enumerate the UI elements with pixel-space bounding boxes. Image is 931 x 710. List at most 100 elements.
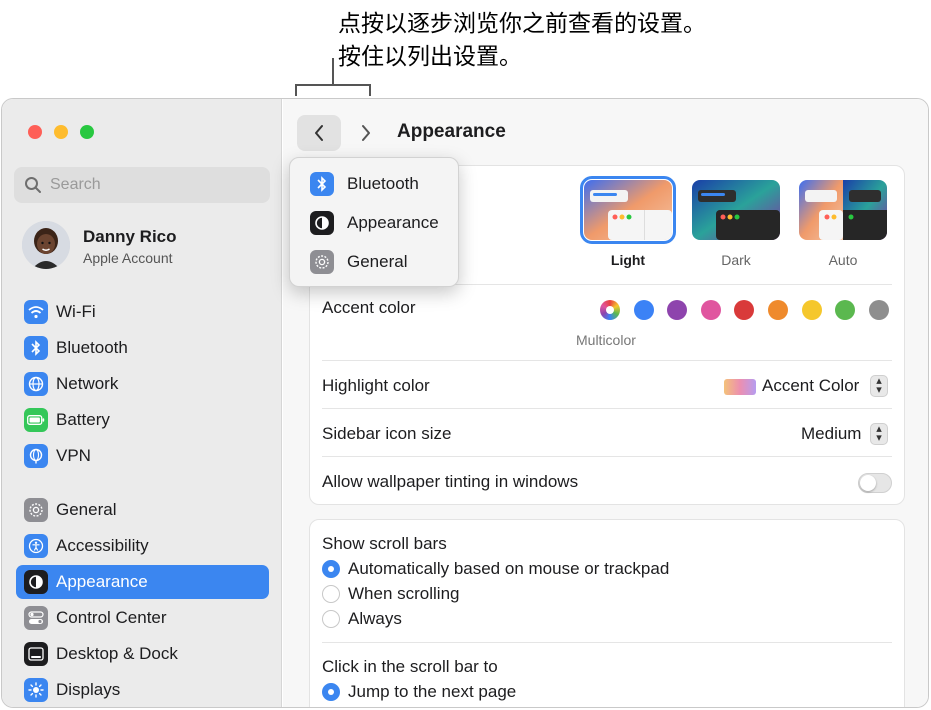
wallpaper-tinting-toggle[interactable] — [858, 473, 892, 493]
sidebar: Danny Rico Apple Account Wi-Fi Bluetooth… — [2, 99, 282, 707]
sidebar-item-vpn[interactable]: VPN — [16, 439, 269, 473]
theme-thumbnail — [692, 180, 780, 240]
callout-bracket — [295, 84, 371, 96]
sidebar-item-bluetooth[interactable]: Bluetooth — [16, 331, 269, 365]
wallpaper-tinting-label: Allow wallpaper tinting in windows — [322, 472, 579, 491]
accent-color-red[interactable] — [734, 300, 754, 320]
page-title: Appearance — [397, 121, 506, 142]
theme-option-auto[interactable]: Auto — [799, 180, 887, 268]
accent-color-orange[interactable] — [768, 300, 788, 320]
bluetooth-icon — [24, 336, 48, 360]
appearance-icon — [24, 570, 48, 594]
search-input[interactable] — [50, 175, 250, 195]
sidebar-item-label: Battery — [56, 410, 110, 429]
scroll-settings-group: Show scroll bars Automatically based on … — [309, 519, 905, 707]
sidebar-item-label: Control Center — [56, 608, 167, 627]
radio-label: When scrolling — [348, 584, 460, 603]
radio-label: Always — [348, 609, 402, 628]
sidebar-item-accessibility[interactable]: Accessibility — [16, 529, 269, 563]
instruction-callout: 点按以逐步浏览你之前查看的设置。 按住以列出设置。 — [338, 8, 706, 74]
sidebar-item-displays[interactable]: Displays — [16, 673, 269, 707]
divider — [322, 642, 892, 643]
history-item-label: Bluetooth — [347, 174, 419, 193]
history-item-bluetooth[interactable]: Bluetooth — [298, 167, 452, 201]
sun-icon — [24, 678, 48, 702]
history-item-appearance[interactable]: Appearance — [298, 206, 452, 240]
globe-icon — [24, 372, 48, 396]
theme-label: Light — [610, 252, 646, 268]
theme-label: Auto — [828, 252, 858, 268]
search-icon — [25, 177, 41, 193]
appearance-icon — [310, 211, 334, 235]
close-window-button[interactable] — [28, 125, 42, 139]
sidebar-item-desktop-dock[interactable]: Desktop & Dock — [16, 637, 269, 671]
accent-selected-label: Multicolor — [576, 332, 636, 348]
minimize-window-button[interactable] — [54, 125, 68, 139]
radio-always[interactable] — [322, 610, 340, 628]
history-item-label: Appearance — [347, 213, 439, 232]
accessibility-icon — [24, 534, 48, 558]
sidebar-icon-size-label: Sidebar icon size — [322, 424, 452, 443]
sidebar-item-label: Wi-Fi — [56, 302, 96, 321]
account-subtitle: Apple Account — [83, 250, 173, 266]
sidebar-icon-size-popup-arrows[interactable]: ▴ ▾ — [870, 423, 888, 445]
settings-window: Danny Rico Apple Account Wi-Fi Bluetooth… — [1, 98, 929, 708]
accent-color-multicolor[interactable] — [600, 300, 620, 320]
radio-automatically[interactable] — [322, 560, 340, 578]
search-field[interactable] — [14, 167, 270, 203]
sidebar-item-label: Network — [56, 374, 119, 393]
highlight-color-label: Highlight color — [322, 376, 430, 395]
accent-color-graphite[interactable] — [869, 300, 889, 320]
sidebar-item-network[interactable]: Network — [16, 367, 269, 401]
back-button[interactable] — [297, 115, 341, 151]
battery-icon — [24, 408, 48, 432]
theme-thumbnail — [580, 176, 676, 244]
accent-color-green[interactable] — [835, 300, 855, 320]
accent-color-yellow[interactable] — [802, 300, 822, 320]
theme-option-light[interactable]: Light — [580, 176, 676, 268]
forward-button[interactable] — [349, 115, 383, 151]
sidebar-item-label: Displays — [56, 680, 121, 699]
accent-color-blue[interactable] — [634, 300, 654, 320]
history-menu: Bluetooth Appearance General — [289, 157, 459, 287]
sidebar-item-label: Desktop & Dock — [56, 644, 178, 663]
accent-color-pink[interactable] — [701, 300, 721, 320]
callout-pointer — [332, 58, 334, 85]
click-scroll-bar-label: Click in the scroll bar to — [322, 657, 498, 676]
highlight-color-popup-arrows[interactable]: ▴ ▾ — [870, 375, 888, 397]
divider — [322, 360, 892, 361]
sidebar-item-appearance[interactable]: Appearance — [16, 565, 269, 599]
show-scroll-bars-label: Show scroll bars — [322, 534, 447, 553]
radio-label: Jump to the next page — [348, 682, 517, 701]
radio-jump-next-page[interactable] — [322, 683, 340, 701]
highlight-color-swatch — [724, 379, 756, 395]
sidebar-item-battery[interactable]: Battery — [16, 403, 269, 437]
theme-thumbnail — [799, 180, 887, 240]
vpn-globe-icon — [24, 444, 48, 468]
sidebar-icon-size-value[interactable]: Medium — [801, 424, 861, 444]
account-name: Danny Rico — [83, 227, 177, 246]
history-item-label: General — [347, 252, 408, 271]
sidebar-item-label: General — [56, 500, 117, 519]
theme-label: Dark — [721, 252, 751, 268]
radio-when-scrolling[interactable] — [322, 585, 340, 603]
history-item-general[interactable]: General — [298, 245, 452, 279]
control-center-icon — [24, 606, 48, 630]
sidebar-item-general[interactable]: General — [16, 493, 269, 527]
callout-line-1: 点按以逐步浏览你之前查看的设置。 — [338, 11, 706, 37]
accent-color-purple[interactable] — [667, 300, 687, 320]
sidebar-item-label: Bluetooth — [56, 338, 128, 357]
zoom-window-button[interactable] — [80, 125, 94, 139]
theme-option-dark[interactable]: Dark — [692, 180, 780, 268]
chevron-right-icon — [362, 125, 370, 141]
avatar — [22, 221, 70, 269]
sidebar-item-wifi[interactable]: Wi-Fi — [16, 295, 269, 329]
sidebar-item-control-center[interactable]: Control Center — [16, 601, 269, 635]
accent-color-label: Accent color — [322, 298, 416, 317]
sidebar-item-label: Accessibility — [56, 536, 149, 555]
apple-account[interactable]: Danny Rico Apple Account — [22, 221, 272, 273]
divider — [322, 408, 892, 409]
highlight-color-value[interactable]: Accent Color — [762, 376, 859, 396]
divider — [322, 456, 892, 457]
radio-label: Automatically based on mouse or trackpad — [348, 559, 670, 578]
